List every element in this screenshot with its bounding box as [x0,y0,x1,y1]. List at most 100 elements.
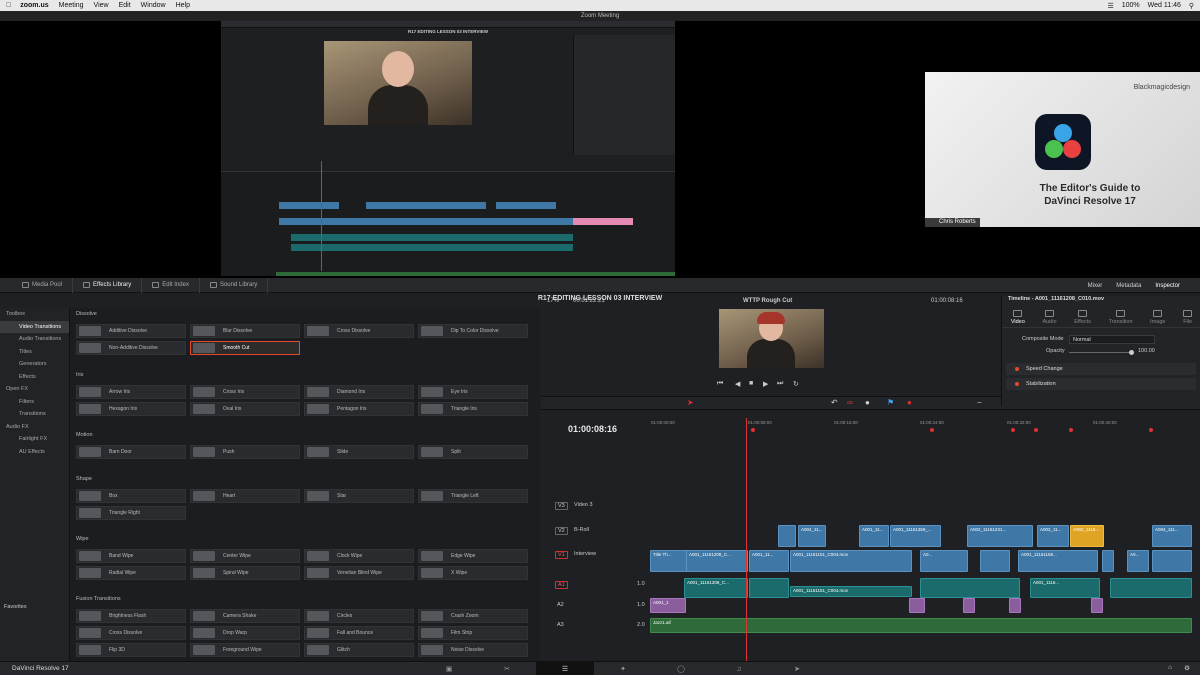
sidebar-item-video-transitions[interactable]: Video Transitions [0,320,69,333]
opacity-slider[interactable] [1069,352,1131,353]
timeline-audio-clip[interactable]: A001_1116... [1030,578,1100,598]
selection-tool-icon[interactable]: ➤ [687,398,694,407]
effect-item[interactable]: Spiral Wipe [190,566,300,580]
timeline-clip[interactable]: A001_11161359_... [890,525,941,547]
effect-item[interactable]: Glitch [304,643,414,657]
play-icon[interactable]: ▶ [763,380,768,388]
effect-item[interactable]: Heart [190,489,300,503]
effect-item[interactable]: Radial Wipe [76,566,186,580]
timeline-clip[interactable] [778,525,796,547]
effect-item[interactable]: Triangle Left [418,489,528,503]
wifi-icon[interactable]: ☰ [1107,2,1113,10]
effect-item[interactable]: Noise Dissolve [418,643,528,657]
effect-item[interactable]: Dip To Color Dissolve [418,324,528,338]
skip-start-icon[interactable]: ⏮ [717,380,723,388]
sidebar-item-toolbox[interactable]: Toolbox [0,308,69,321]
effect-item[interactable]: X Wipe [418,566,528,580]
timeline-clip[interactable]: A0... [920,550,968,572]
timeline-audio-clip[interactable] [963,598,975,613]
timeline-clip[interactable]: A001_11... [749,550,789,572]
menu-view[interactable]: View [94,2,109,9]
timeline-audio-clip[interactable] [1009,598,1021,613]
section-enable-dot[interactable] [1015,367,1019,371]
timeline-marker[interactable] [930,428,934,432]
timeline-audio-clip[interactable] [1110,578,1192,598]
sidebar-item-filters[interactable]: Filters [0,396,69,409]
track-name[interactable]: B-Roll [574,527,589,533]
effect-item[interactable]: Pentagon Iris [304,402,414,416]
track-name[interactable]: Video 3 [574,502,593,508]
inspector-tab-image[interactable]: Image [1150,308,1165,327]
menu-window[interactable]: Window [141,2,166,9]
timeline-audio-clip[interactable] [1091,598,1103,613]
tab-media-pool[interactable]: Media Pool [0,277,74,293]
timeline-playhead[interactable] [746,418,747,663]
timeline-marker[interactable] [1011,428,1015,432]
timeline-marker[interactable] [1034,428,1038,432]
page-cut-icon[interactable]: ✂ [478,662,536,675]
effect-item[interactable]: Triangle Right [76,506,186,520]
stabilization-section[interactable]: Stabilization [1006,378,1196,390]
effect-item[interactable]: Film Strip [418,626,528,640]
search-icon[interactable]: ⚲ [1189,2,1194,10]
timeline-audio-clip[interactable] [909,598,925,613]
effect-item[interactable]: Hexagon Iris [76,402,186,416]
effect-item[interactable]: Cross Dissolve [76,626,186,640]
timeline-clip[interactable] [1102,550,1114,572]
timeline-clip[interactable]: A002_11161231... [967,525,1033,547]
effect-item[interactable]: Fall and Bounce [304,626,414,640]
timeline-clip[interactable] [1152,550,1192,572]
play-reverse-icon[interactable]: ◀ [735,380,740,388]
inspector-tab-file[interactable]: File [1183,308,1193,327]
effect-item[interactable]: Edge Wipe [418,549,528,563]
tab-effects-library[interactable]: Effects Library [73,277,143,293]
tab-edit-index[interactable]: Edit Index [142,277,200,293]
effect-item[interactable]: Cross Iris [190,385,300,399]
sidebar-item-generators[interactable]: Generators [0,358,69,371]
effect-item[interactable]: Oval Iris [190,402,300,416]
effect-item[interactable]: Triangle Iris [418,402,528,416]
effect-item[interactable]: Center Wipe [190,549,300,563]
home-icon[interactable]: ⌂ [1168,664,1172,671]
page-deliver-icon[interactable]: ➤ [768,662,826,675]
effect-item[interactable]: Non-Additive Dissolve [76,341,186,355]
timeline-clip[interactable]: A001_11161151_C004.mov [790,550,912,572]
timeline-marker[interactable] [751,428,755,432]
timeline-name[interactable]: WTTP Rough Cut [743,298,792,304]
sidebar-item-favorites[interactable]: Favorites [4,604,27,610]
section-enable-dot[interactable] [1015,382,1019,386]
opacity-value[interactable]: 100.00 [1138,348,1155,354]
inspector-tab-effects[interactable]: Effects [1074,308,1091,327]
inspector-tab-video[interactable]: Video [1011,308,1025,327]
effect-item[interactable]: Venetian Blind Wipe [304,566,414,580]
sidebar-item-audio-fx[interactable]: Audio FX [0,421,69,434]
menu-meeting[interactable]: Meeting [59,2,84,9]
timeline-music-clip[interactable]: Jazz1.aif [650,618,1192,633]
opacity-slider-handle[interactable] [1129,350,1134,355]
effect-item[interactable]: Slide [304,445,414,459]
track-id[interactable]: V2 [555,527,568,535]
timeline-clip[interactable]: A0... [1127,550,1149,572]
track-id[interactable]: A1 [555,581,568,589]
effect-item[interactable]: Split [418,445,528,459]
effect-item[interactable]: Push [190,445,300,459]
effect-item[interactable]: Flip 3D [76,643,186,657]
menu-app[interactable]: zoom.us [20,2,48,9]
tab-sound-library[interactable]: Sound Library [200,277,269,293]
tab-mixer[interactable]: Mixer [1088,283,1103,289]
timeline-clip[interactable]: A001_11161158... [1018,550,1098,572]
effect-item[interactable]: Camera Shake [190,609,300,623]
zoom-out-icon[interactable]: − [977,398,982,407]
effect-item[interactable]: Arrow Iris [76,385,186,399]
timeline-marker[interactable] [1149,428,1153,432]
webcam-tile[interactable]: Blackmagicdesign The Editor's Guide to D… [925,72,1200,227]
timeline-audio-clip[interactable]: A001_1 [650,598,686,613]
menu-help[interactable]: Help [176,2,190,9]
effect-item[interactable]: Circles [304,609,414,623]
stop-icon[interactable]: ■ [749,380,753,387]
lock-icon[interactable]: ● [865,398,870,407]
composite-mode-dropdown[interactable]: Normal [1069,335,1155,344]
page-color-icon[interactable]: ◯ [652,662,710,675]
marker-icon[interactable]: ● [907,398,912,407]
timeline-clip[interactable]: A001_11161208_C... [686,550,748,572]
